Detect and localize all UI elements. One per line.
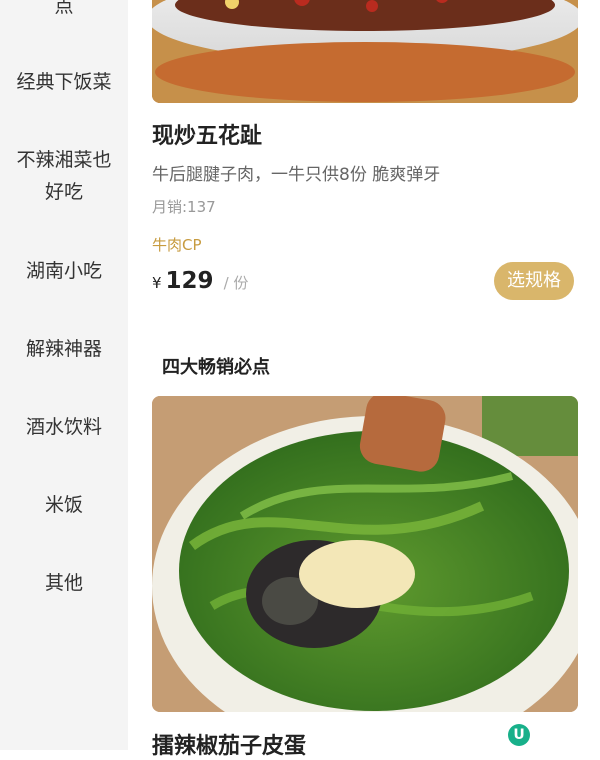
sidebar-item-non-spicy-line2[interactable]: 好吃 xyxy=(0,176,128,208)
sidebar-item-non-spicy-line1[interactable]: 不辣湘菜也 xyxy=(0,144,128,176)
sidebar-item-drinks[interactable]: 酒水饮料 xyxy=(0,411,128,443)
sidebar-item-hunan-snacks[interactable]: 湖南小吃 xyxy=(0,255,128,287)
dish-monthly-sales: 月销:137 xyxy=(152,198,216,216)
dish-photo-preserved-egg-illustration xyxy=(152,396,578,712)
dish-photo-beef-illustration xyxy=(152,0,578,103)
sidebar-item-partial[interactable]: 点 xyxy=(0,0,128,22)
sidebar-item-rice[interactable]: 米饭 xyxy=(0,489,128,521)
section-title: 四大畅销必点 xyxy=(162,357,270,378)
menu-list: 现炒五花趾 牛后腿腱子肉，一牛只供8份 脆爽弹牙 月销:137 牛肉CP ¥ 1… xyxy=(128,0,600,759)
sidebar-item-spice-relief[interactable]: 解辣神器 xyxy=(0,333,128,365)
dish-tag: 牛肉CP xyxy=(152,236,202,254)
price-currency: ¥ xyxy=(152,274,162,292)
dish-image-beef[interactable] xyxy=(152,0,578,103)
dish-title[interactable]: 现炒五花趾 xyxy=(152,118,262,150)
sidebar-item-other[interactable]: 其他 xyxy=(0,567,128,599)
category-sidebar: 点 经典下饭菜 不辣湘菜也 好吃 湖南小吃 解辣神器 酒水饮料 米饭 其他 xyxy=(0,0,128,750)
price-unit: / 份 xyxy=(223,274,249,292)
price-row: ¥ 129 / 份 xyxy=(152,268,248,294)
dish-price: 129 xyxy=(165,268,214,294)
sidebar-item-classic-rice-dishes[interactable]: 经典下饭菜 xyxy=(0,66,128,98)
dish-description: 牛后腿腱子肉，一牛只供8份 脆爽弹牙 xyxy=(152,165,441,185)
dish-image-preserved-egg[interactable] xyxy=(152,396,578,712)
u-badge-icon: U xyxy=(508,724,530,746)
dish-title[interactable]: 擂辣椒茄子皮蛋 xyxy=(152,728,306,760)
select-spec-button[interactable]: 选规格 xyxy=(494,262,574,300)
